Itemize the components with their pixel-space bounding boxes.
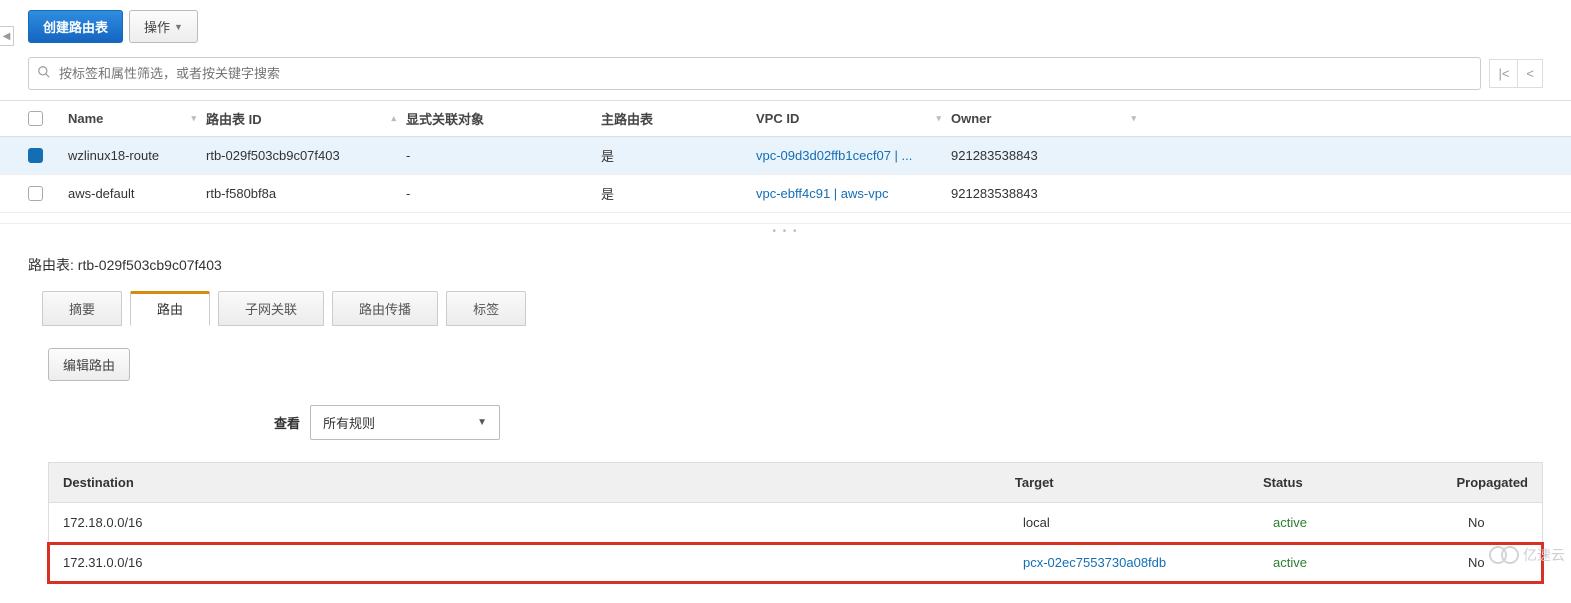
cell-association: - [406, 186, 601, 201]
detail-title-id: rtb-029f503cb9c07f403 [78, 257, 222, 273]
search-icon [37, 65, 51, 82]
column-route-table-id[interactable]: 路由表 ID ▴ [206, 109, 406, 128]
cell-owner: 921283538843 [951, 186, 1146, 201]
table-header: Name ▾ 路由表 ID ▴ 显式关联对象 主路由表 VPC ID ▾ Own… [0, 100, 1571, 137]
column-owner[interactable]: Owner ▾ [951, 111, 1146, 126]
table-row[interactable]: wzlinux18-routertb-029f503cb9c07f403-是vp… [0, 137, 1571, 175]
column-vpc-id[interactable]: VPC ID ▾ [756, 111, 951, 126]
filter-row: |< < [0, 57, 1571, 100]
filter-box[interactable] [28, 57, 1481, 90]
column-label: 显式关联对象 [406, 109, 484, 128]
view-filter-row: 查看 所有规则 ▼ [48, 405, 1543, 440]
filter-input[interactable] [59, 66, 1472, 81]
route-status: active [1259, 503, 1454, 542]
tab-tags[interactable]: 标签 [446, 291, 526, 326]
cell-vpc-link[interactable]: vpc-ebff4c91 | aws-vpc [756, 186, 951, 201]
routes-table: Destination Target Status Propagated 172… [48, 462, 1543, 583]
view-rules-select[interactable]: 所有规则 ▼ [310, 405, 500, 440]
column-target[interactable]: Target [1001, 463, 1249, 502]
checkbox-icon [28, 111, 43, 126]
route-row: 172.18.0.0/16 local activeNo [48, 503, 1543, 543]
prev-page-icon[interactable]: < [1518, 59, 1543, 88]
sort-icon: ▾ [191, 113, 206, 124]
cell-route-table-id: rtb-f580bf8a [206, 186, 406, 201]
column-name[interactable]: Name ▾ [68, 111, 206, 126]
column-destination[interactable]: Destination [49, 463, 1001, 502]
column-label: 路由表 ID [206, 109, 262, 128]
cell-name: aws-default [68, 186, 206, 201]
cloud-icon [1501, 546, 1519, 564]
column-select-all[interactable] [28, 111, 68, 126]
cell-vpc-link[interactable]: vpc-09d3d02ffb1cecf07 | ... [756, 148, 951, 163]
cell-association: - [406, 148, 601, 163]
row-checkbox[interactable] [28, 186, 43, 201]
route-table-body: wzlinux18-routertb-029f503cb9c07f403-是vp… [0, 137, 1571, 213]
sort-up-icon: ▴ [391, 113, 406, 124]
cell-owner: 921283538843 [951, 148, 1146, 163]
watermark: 亿速云 [1489, 545, 1565, 565]
route-row: 172.31.0.0/16 pcx-02ec7553730a08fdb active… [48, 543, 1543, 583]
chevron-down-icon: ▼ [174, 22, 183, 32]
tab-subnet-associations[interactable]: 子网关联 [218, 291, 324, 326]
column-label: VPC ID [756, 111, 799, 126]
tab-summary[interactable]: 摘要 [42, 291, 122, 326]
actions-dropdown-button[interactable]: 操作 ▼ [129, 10, 198, 43]
column-status[interactable]: Status [1249, 463, 1443, 502]
column-label: Name [68, 111, 103, 126]
column-label: 主路由表 [601, 109, 653, 128]
cell-route-table-id: rtb-029f503cb9c07f403 [206, 148, 406, 163]
tab-routes[interactable]: 路由 [130, 291, 210, 326]
view-label: 查看 [274, 413, 300, 432]
route-target-link[interactable]: pcx-02ec7553730a08fdb [1023, 555, 1166, 570]
cell-name: wzlinux18-route [68, 148, 206, 163]
create-route-table-button[interactable]: 创建路由表 [28, 10, 123, 43]
route-propagated: No [1454, 503, 1542, 542]
detail-tabs: 摘要 路由 子网关联 路由传播 标签 [28, 291, 1543, 326]
column-label: Owner [951, 111, 991, 126]
route-destination: 172.31.0.0/16 [49, 543, 1009, 582]
edit-routes-button[interactable]: 编辑路由 [48, 348, 130, 381]
sort-icon: ▾ [936, 113, 951, 124]
chevron-down-icon: ▼ [477, 417, 487, 428]
tab-route-propagation[interactable]: 路由传播 [332, 291, 438, 326]
pane-splitter[interactable]: • • • [0, 223, 1571, 239]
column-main-route-table[interactable]: 主路由表 [601, 109, 756, 128]
sort-icon: ▾ [1131, 113, 1146, 124]
route-status: active [1259, 543, 1454, 582]
detail-panel: 路由表: rtb-029f503cb9c07f403 摘要 路由 子网关联 路由… [0, 239, 1571, 603]
cell-main: 是 [601, 146, 756, 165]
row-checkbox[interactable] [28, 148, 43, 163]
routes-table-header: Destination Target Status Propagated [48, 462, 1543, 503]
watermark-text: 亿速云 [1523, 545, 1565, 565]
column-explicit-association[interactable]: 显式关联对象 [406, 109, 601, 128]
table-row[interactable]: aws-defaultrtb-f580bf8a-是vpc-ebff4c91 | … [0, 175, 1571, 213]
cell-main: 是 [601, 184, 756, 203]
detail-title: 路由表: rtb-029f503cb9c07f403 [28, 245, 1543, 291]
pager-icons: |< < [1489, 59, 1543, 88]
route-destination: 172.18.0.0/16 [49, 503, 1009, 542]
actions-label: 操作 [144, 17, 170, 36]
detail-title-prefix: 路由表: [28, 257, 74, 273]
toolbar: 创建路由表 操作 ▼ [0, 0, 1571, 57]
route-target: local [1023, 515, 1050, 530]
column-propagated[interactable]: Propagated [1442, 463, 1542, 502]
tab-panel-routes: 编辑路由 查看 所有规则 ▼ Destination Target Status… [28, 326, 1543, 583]
first-page-icon[interactable]: |< [1489, 59, 1518, 88]
view-select-value: 所有规则 [323, 413, 375, 432]
